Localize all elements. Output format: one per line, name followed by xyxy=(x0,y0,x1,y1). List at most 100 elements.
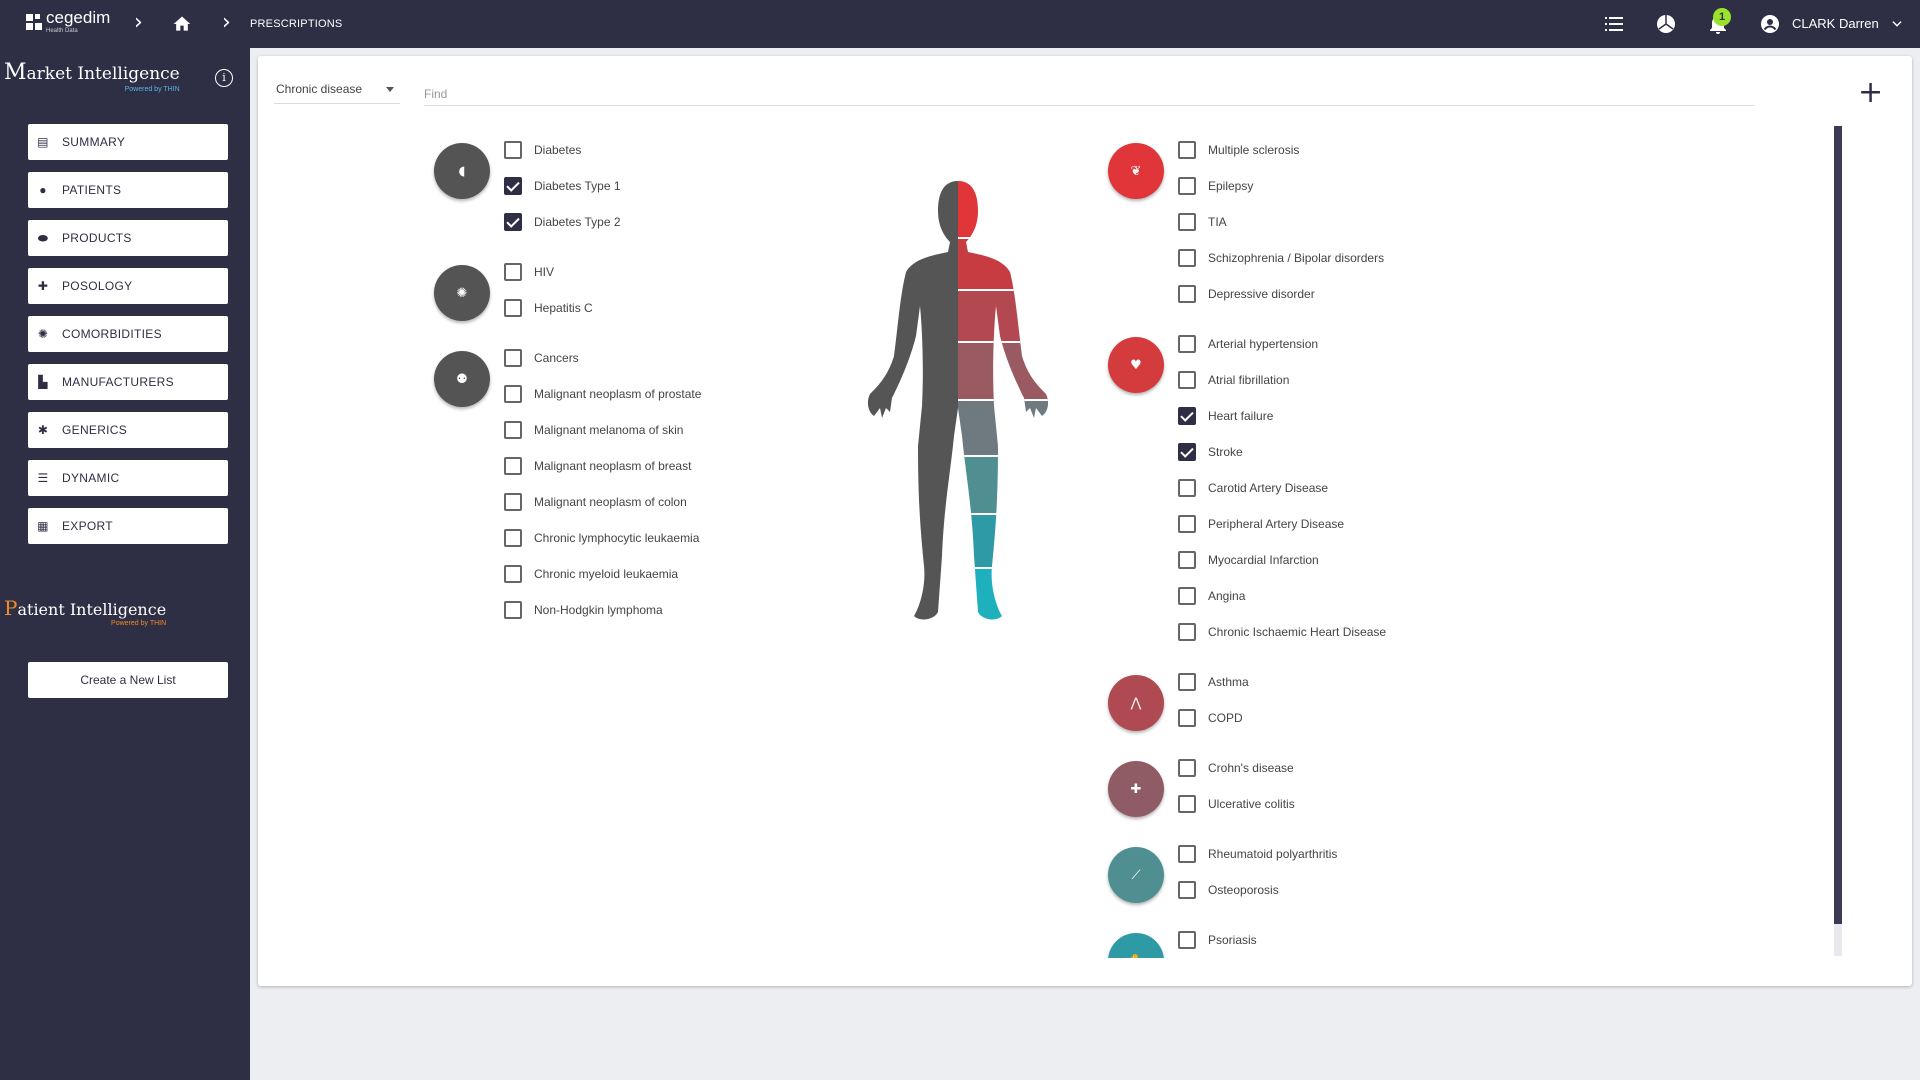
checkbox-unchecked[interactable] xyxy=(1178,141,1196,159)
condition-checkbox-row[interactable]: Depressive disorder xyxy=(1178,284,1315,304)
nav-products-button[interactable]: ⬬ PRODUCTS xyxy=(28,220,228,256)
virus-category-button[interactable]: ✺ xyxy=(434,265,490,321)
condition-checkbox-row[interactable]: Epilepsy xyxy=(1178,176,1253,196)
condition-checkbox-row[interactable]: Schizophrenia / Bipolar disorders xyxy=(1178,248,1384,268)
checkbox-unchecked[interactable] xyxy=(1178,931,1196,949)
checkbox-unchecked[interactable] xyxy=(504,385,522,403)
checkbox-unchecked[interactable] xyxy=(1178,285,1196,303)
nav-manufacturers-button[interactable]: ▙ MANUFACTURERS xyxy=(28,364,228,400)
condition-checkbox-row[interactable]: Arterial hypertension xyxy=(1178,334,1318,354)
condition-checkbox-row[interactable]: Chronic myeloid leukaemia xyxy=(504,564,678,584)
home-icon[interactable] xyxy=(172,14,192,34)
checkbox-unchecked[interactable] xyxy=(504,493,522,511)
brain-category-button[interactable]: ❦ xyxy=(1108,143,1164,199)
checkbox-unchecked[interactable] xyxy=(1178,213,1196,231)
checkbox-unchecked[interactable] xyxy=(1178,515,1196,533)
checkbox-unchecked[interactable] xyxy=(504,457,522,475)
checkbox-checked[interactable] xyxy=(1178,407,1196,425)
user-name[interactable]: CLARK Darren xyxy=(1792,16,1879,31)
nav-patients-button[interactable]: ● PATIENTS xyxy=(28,172,228,208)
checkbox-unchecked[interactable] xyxy=(1178,759,1196,777)
cegedim-logo[interactable]: cegedim Health Data xyxy=(26,9,110,34)
nav-comorbidities-button[interactable]: ✺ COMORBIDITIES xyxy=(28,316,228,352)
condition-checkbox-row[interactable]: Malignant neoplasm of breast xyxy=(504,456,691,476)
nav-generics-button[interactable]: ✱ GENERICS xyxy=(28,412,228,448)
condition-checkbox-row[interactable]: TIA xyxy=(1178,212,1227,232)
checkbox-unchecked[interactable] xyxy=(1178,371,1196,389)
checkbox-unchecked[interactable] xyxy=(504,349,522,367)
skin-category-button[interactable]: ✋ xyxy=(1108,933,1164,958)
checkbox-checked[interactable] xyxy=(1178,443,1196,461)
nav-export-button[interactable]: ▦ EXPORT xyxy=(28,508,228,544)
nav-posology-button[interactable]: ✚ POSOLOGY xyxy=(28,268,228,304)
checkbox-checked[interactable] xyxy=(504,213,522,231)
heart-category-button[interactable]: ♥ xyxy=(1108,337,1164,393)
checkbox-unchecked[interactable] xyxy=(1178,795,1196,813)
checkbox-unchecked[interactable] xyxy=(504,141,522,159)
account-icon[interactable] xyxy=(1758,12,1782,36)
condition-checkbox-row[interactable]: COPD xyxy=(1178,708,1243,728)
checkbox-unchecked[interactable] xyxy=(504,299,522,317)
condition-checkbox-row[interactable]: Carotid Artery Disease xyxy=(1178,478,1328,498)
find-input[interactable] xyxy=(424,82,1754,106)
nav-summary-button[interactable]: ▤ SUMMARY xyxy=(28,124,228,160)
checkbox-checked[interactable] xyxy=(504,177,522,195)
condition-checkbox-row[interactable]: Malignant neoplasm of colon xyxy=(504,492,687,512)
nav-dynamic-button[interactable]: ☰ DYNAMIC xyxy=(28,460,228,496)
pie-chart-icon[interactable] xyxy=(1654,12,1678,36)
checkbox-unchecked[interactable] xyxy=(1178,587,1196,605)
checkbox-unchecked[interactable] xyxy=(1178,881,1196,899)
condition-checkbox-row[interactable]: Rheumatoid polyarthritis xyxy=(1178,844,1337,864)
checkbox-unchecked[interactable] xyxy=(1178,249,1196,267)
condition-checkbox-row[interactable]: Psoriasis xyxy=(1178,930,1257,950)
condition-checkbox-row[interactable]: Malignant melanoma of skin xyxy=(504,420,683,440)
condition-checkbox-row[interactable]: Diabetes Type 1 xyxy=(504,176,621,196)
add-button[interactable]: + xyxy=(1858,78,1883,108)
condition-checkbox-row[interactable]: Non-Hodgkin lymphoma xyxy=(504,600,663,620)
condition-checkbox-row[interactable]: Diabetes xyxy=(504,140,581,160)
intestine-category-button[interactable]: ✚ xyxy=(1108,761,1164,817)
chevron-down-icon[interactable] xyxy=(1890,17,1904,31)
cell-category-button[interactable]: ⚉ xyxy=(434,351,490,407)
condition-checkbox-row[interactable]: Hepatitis C xyxy=(504,298,593,318)
checkbox-unchecked[interactable] xyxy=(504,263,522,281)
checkbox-unchecked[interactable] xyxy=(504,601,522,619)
checkbox-unchecked[interactable] xyxy=(1178,335,1196,353)
condition-checkbox-row[interactable]: Stroke xyxy=(1178,442,1243,462)
checkbox-unchecked[interactable] xyxy=(504,421,522,439)
checkbox-unchecked[interactable] xyxy=(1178,845,1196,863)
patient-intelligence-brand[interactable]: Patient Intelligence Powered by THIN xyxy=(4,596,166,627)
condition-checkbox-row[interactable]: Ulcerative colitis xyxy=(1178,794,1295,814)
condition-checkbox-row[interactable]: Diabetes Type 2 xyxy=(504,212,621,232)
condition-checkbox-row[interactable]: Angina xyxy=(1178,586,1245,606)
condition-checkbox-row[interactable]: Malignant neoplasm of prostate xyxy=(504,384,701,404)
checkbox-unchecked[interactable] xyxy=(1178,479,1196,497)
scrollbar-thumb[interactable] xyxy=(1834,126,1842,924)
condition-checkbox-row[interactable]: HIV xyxy=(504,262,554,282)
condition-checkbox-row[interactable]: Heart failure xyxy=(1178,406,1273,426)
list-view-icon[interactable] xyxy=(1602,12,1626,36)
info-icon[interactable]: i xyxy=(215,69,233,87)
checkbox-unchecked[interactable] xyxy=(1178,623,1196,641)
breadcrumb-current[interactable]: PRESCRIPTIONS xyxy=(250,18,342,30)
condition-checkbox-row[interactable]: Atrial fibrillation xyxy=(1178,370,1289,390)
condition-checkbox-row[interactable]: Multiple sclerosis xyxy=(1178,140,1299,160)
pancreas-category-button[interactable]: ◖ xyxy=(434,143,490,199)
checkbox-unchecked[interactable] xyxy=(1178,177,1196,195)
condition-checkbox-row[interactable]: Crohn's disease xyxy=(1178,758,1294,778)
condition-checkbox-row[interactable]: Peripheral Artery Disease xyxy=(1178,514,1344,534)
checkbox-unchecked[interactable] xyxy=(504,565,522,583)
checkbox-unchecked[interactable] xyxy=(1178,709,1196,727)
checkbox-unchecked[interactable] xyxy=(504,529,522,547)
create-new-list-button[interactable]: Create a New List xyxy=(28,662,228,698)
checkbox-unchecked[interactable] xyxy=(1178,673,1196,691)
condition-checkbox-row[interactable]: Chronic lymphocytic leukaemia xyxy=(504,528,699,548)
checkbox-unchecked[interactable] xyxy=(1178,551,1196,569)
condition-checkbox-row[interactable]: Asthma xyxy=(1178,672,1249,692)
condition-checkbox-row[interactable]: Myocardial Infarction xyxy=(1178,550,1319,570)
bone-category-button[interactable]: ⟋ xyxy=(1108,847,1164,903)
condition-checkbox-row[interactable]: Cancers xyxy=(504,348,579,368)
lungs-category-button[interactable]: ⋀ xyxy=(1108,675,1164,731)
condition-checkbox-row[interactable]: Chronic Ischaemic Heart Disease xyxy=(1178,622,1386,642)
category-dropdown[interactable]: Chronic disease xyxy=(274,82,400,104)
